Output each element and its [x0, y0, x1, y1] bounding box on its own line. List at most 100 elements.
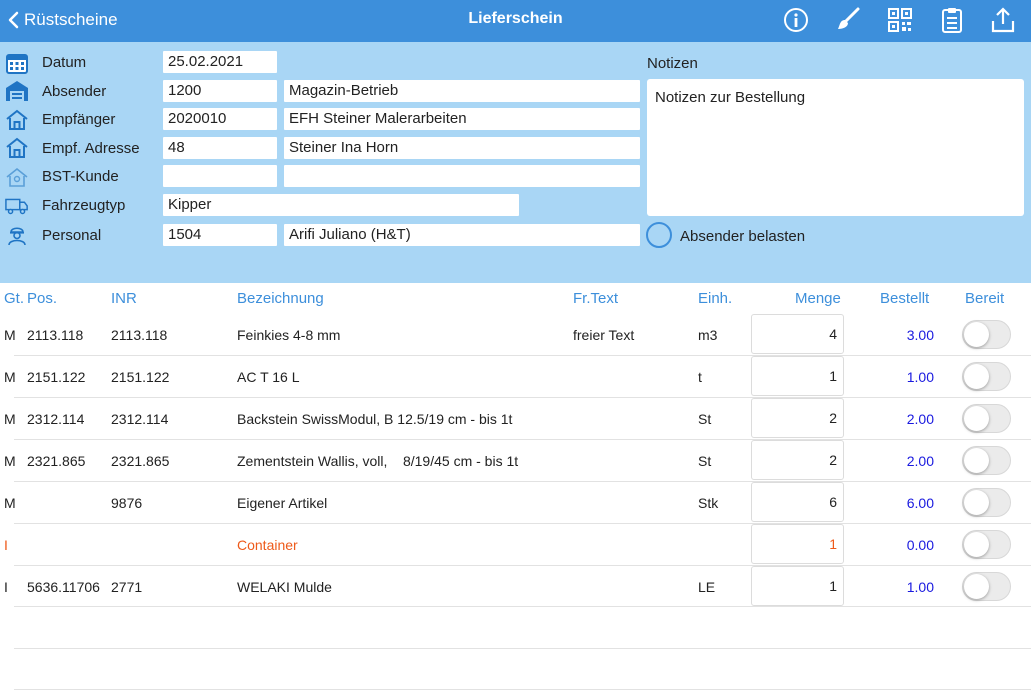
column-header-bestellt[interactable]: Bestellt	[880, 290, 929, 307]
column-header-inr[interactable]: INR	[111, 290, 137, 307]
worker-icon	[5, 223, 29, 247]
cell-einh: t	[698, 369, 702, 385]
brush-icon[interactable]	[833, 5, 863, 35]
toggle-knob	[964, 574, 989, 599]
row-divider	[14, 439, 1031, 440]
chevron-left-icon	[8, 11, 19, 29]
cell-bezeichnung: AC T 16 L	[237, 369, 300, 385]
house-icon	[5, 108, 29, 132]
datum-field[interactable]: 25.02.2021	[163, 51, 277, 73]
bereit-toggle[interactable]	[962, 320, 1011, 349]
column-header-bereit[interactable]: Bereit	[965, 290, 1004, 307]
cell-bezeichnung: Backstein SwissModul, B 12.5/19 cm - bis…	[237, 411, 513, 427]
cell-gt: M	[4, 495, 16, 511]
empfaenger-label: Empfänger	[42, 111, 116, 128]
column-header-menge[interactable]: Menge	[795, 290, 841, 307]
personal-name-field[interactable]: Arifi Juliano (H&T)	[284, 224, 640, 246]
bereit-toggle[interactable]	[962, 488, 1011, 517]
adresse-number-field[interactable]: 48	[163, 137, 277, 159]
menge-input[interactable]: 1	[751, 356, 844, 396]
adresse-label: Empf. Adresse	[42, 140, 140, 157]
back-label: Rüstscheine	[24, 10, 118, 29]
truck-icon	[5, 193, 29, 217]
cell-pos: 2321.865	[27, 453, 86, 469]
row-divider	[14, 689, 1031, 690]
row-divider	[14, 565, 1031, 566]
customer-house-icon	[5, 165, 29, 189]
cell-gt: M	[4, 411, 16, 427]
menge-input[interactable]: 6	[751, 482, 844, 522]
toggle-knob	[964, 406, 989, 431]
absender-belasten-label: Absender belasten	[680, 228, 806, 245]
empfaenger-name-field[interactable]: EFH Steiner Malerarbeiten	[284, 108, 640, 130]
row-divider	[14, 481, 1031, 482]
cell-inr: 2113.118	[111, 327, 168, 343]
menge-input[interactable]: 2	[751, 440, 844, 480]
personal-number-field[interactable]: 1504	[163, 224, 277, 246]
row-divider	[14, 648, 1031, 649]
column-header-bezeichnung[interactable]: Bezeichnung	[237, 290, 324, 307]
cell-inr: 2151.122	[111, 369, 170, 385]
bereit-toggle[interactable]	[962, 530, 1011, 559]
clipboard-icon[interactable]	[937, 5, 967, 35]
menge-input[interactable]: 4	[751, 314, 844, 354]
cell-einh: Stk	[698, 495, 719, 511]
menge-input[interactable]: 2	[751, 398, 844, 438]
empfaenger-number-field[interactable]: 2020010	[163, 108, 277, 130]
absender-number-field[interactable]: 1200	[163, 80, 277, 102]
cell-bezeichnung: Feinkies 4-8 mm	[237, 327, 341, 343]
toggle-knob	[964, 490, 989, 515]
bereit-toggle[interactable]	[962, 362, 1011, 391]
cell-einh: LE	[698, 579, 716, 595]
absender-belasten-radio[interactable]	[646, 222, 672, 248]
toggle-knob	[964, 532, 989, 557]
cell-bestellt: 2.00	[906, 453, 934, 469]
bst-number-field[interactable]	[163, 165, 277, 187]
column-header-einh[interactable]: Einh.	[698, 290, 732, 307]
bereit-toggle[interactable]	[962, 446, 1011, 475]
cell-inr: 2771	[111, 579, 143, 595]
column-header-pos[interactable]: Pos.	[27, 290, 57, 307]
row-divider	[14, 355, 1031, 356]
cell-einh: St	[698, 411, 712, 427]
toggle-knob	[964, 322, 989, 347]
cell-bezeichnung: Eigener Artikel	[237, 495, 328, 511]
cell-gt: M	[4, 369, 16, 385]
info-icon[interactable]	[781, 5, 811, 35]
row-divider	[14, 523, 1031, 524]
cell-inr: 9876	[111, 495, 143, 511]
adresse-name-field[interactable]: Steiner Ina Horn	[284, 137, 640, 159]
cell-bestellt: 1.00	[906, 579, 934, 595]
cell-bezeichnung: Zementstein Wallis, voll, 8/19/45 cm - b…	[237, 453, 519, 469]
share-icon[interactable]	[988, 5, 1018, 35]
cell-bezeichnung: WELAKI Mulde	[237, 579, 332, 595]
fahrzeug-field[interactable]: Kipper	[163, 194, 519, 216]
bst-label: BST-Kunde	[42, 168, 119, 185]
cell-bestellt: 3.00	[906, 327, 934, 343]
column-header-gt[interactable]: Gt.	[4, 290, 24, 307]
cell-bestellt: 1.00	[906, 369, 934, 385]
menge-input[interactable]: 1	[751, 566, 844, 606]
column-header-frtext[interactable]: Fr.Text	[573, 290, 618, 307]
cell-inr: 2321.865	[111, 453, 170, 469]
menge-input[interactable]: 1	[751, 524, 844, 564]
bereit-toggle[interactable]	[962, 404, 1011, 433]
house-address-icon	[5, 136, 29, 160]
cell-pos: 2151.122	[27, 369, 86, 385]
back-button[interactable]: Rüstscheine	[8, 8, 118, 32]
toggle-knob	[964, 364, 989, 389]
cell-gt: M	[4, 327, 16, 343]
cell-gt: I	[4, 537, 8, 553]
cell-bezeichnung: Container	[237, 537, 298, 553]
cell-gt: I	[4, 579, 8, 595]
cell-frtext: freier Text	[573, 327, 635, 343]
bereit-toggle[interactable]	[962, 572, 1011, 601]
notizen-textarea[interactable]: Notizen zur Bestellung	[647, 79, 1024, 216]
row-divider	[14, 397, 1031, 398]
absender-name-field[interactable]: Magazin-Betrieb	[284, 80, 640, 102]
bst-name-field[interactable]	[284, 165, 640, 187]
cell-einh: St	[698, 453, 712, 469]
cell-pos: 2312.114	[27, 411, 85, 427]
qr-code-icon[interactable]	[885, 5, 915, 35]
absender-label: Absender	[42, 83, 107, 100]
